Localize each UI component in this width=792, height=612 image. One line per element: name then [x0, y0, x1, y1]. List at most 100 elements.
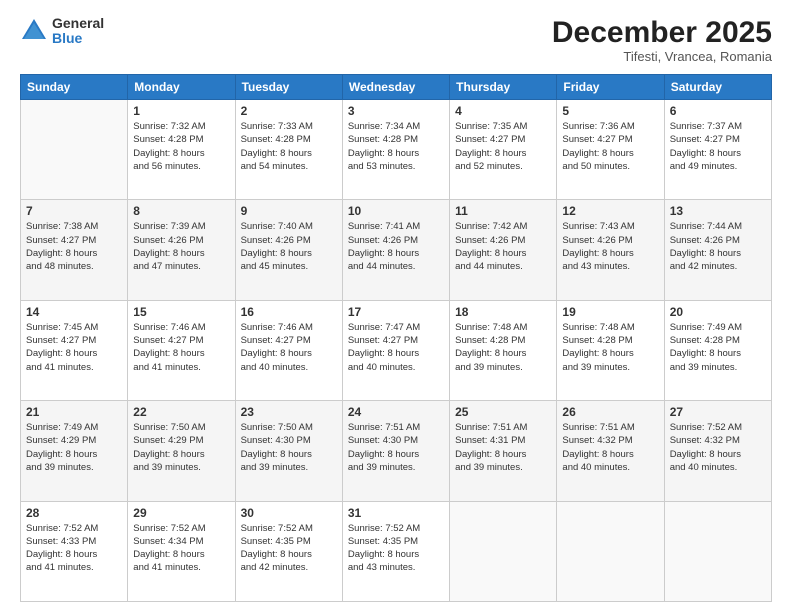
day-number: 25 [455, 405, 551, 419]
calendar-week-row: 21Sunrise: 7:49 AMSunset: 4:29 PMDayligh… [21, 401, 772, 501]
calendar-cell: 21Sunrise: 7:49 AMSunset: 4:29 PMDayligh… [21, 401, 128, 501]
calendar-cell [450, 501, 557, 601]
calendar-cell: 4 Sunrise: 7:35 AMSunset: 4:27 PMDaylight… [450, 100, 557, 200]
weekday-header-saturday: Saturday [664, 75, 771, 100]
day-info: Sunrise: 7:43 AMSunset: 4:26 PMDaylight:… [562, 220, 658, 273]
calendar-cell: 27 Sunrise: 7:52 AMSunset: 4:32 PMDayligh… [664, 401, 771, 501]
day-number: 5 [562, 104, 658, 118]
day-number: 27 [670, 405, 766, 419]
logo-icon [20, 17, 48, 45]
day-number: 7 [26, 204, 122, 218]
calendar-cell: 30 Sunrise: 7:52 AMSunset: 4:35 PMDayligh… [235, 501, 342, 601]
day-info: Sunrise: 7:50 AMSunset: 4:29 PMDaylight:… [133, 421, 229, 474]
day-info: Sunrise: 7:41 AMSunset: 4:26 PMDaylight:… [348, 220, 444, 273]
day-info: Sunrise: 7:48 AMSunset: 4:28 PMDaylight:… [455, 321, 551, 374]
day-info: Sunrise: 7:52 AMSunset: 4:33 PMDaylight:… [26, 522, 122, 575]
page: General Blue December 2025 Tifesti, Vran… [0, 0, 792, 612]
day-number: 16 [241, 305, 337, 319]
weekday-header-sunday: Sunday [21, 75, 128, 100]
day-number: 4 [455, 104, 551, 118]
day-number: 8 [133, 204, 229, 218]
day-info: Sunrise: 7:44 AMSunset: 4:26 PMDaylight:… [670, 220, 766, 273]
logo: General Blue [20, 16, 104, 47]
day-number: 23 [241, 405, 337, 419]
calendar-cell: 15 Sunrise: 7:46 AMSunset: 4:27 PMDayligh… [128, 300, 235, 400]
day-number: 10 [348, 204, 444, 218]
day-number: 2 [241, 104, 337, 118]
calendar-cell: 8Sunrise: 7:39 AMSunset: 4:26 PMDaylight… [128, 200, 235, 300]
day-number: 15 [133, 305, 229, 319]
day-info: Sunrise: 7:40 AMSunset: 4:26 PMDaylight:… [241, 220, 337, 273]
calendar-cell: 25Sunrise: 7:51 AMSunset: 4:31 PMDayligh… [450, 401, 557, 501]
day-number: 30 [241, 506, 337, 520]
day-number: 19 [562, 305, 658, 319]
day-info: Sunrise: 7:51 AMSunset: 4:30 PMDaylight:… [348, 421, 444, 474]
calendar-cell: 1 Sunrise: 7:32 AMSunset: 4:28 PMDaylight… [128, 100, 235, 200]
calendar-cell: 19 Sunrise: 7:48 AMSunset: 4:28 PMDayligh… [557, 300, 664, 400]
calendar-week-row: 7 Sunrise: 7:38 AMSunset: 4:27 PMDaylight… [21, 200, 772, 300]
day-info: Sunrise: 7:35 AMSunset: 4:27 PMDaylight:… [455, 120, 551, 173]
day-info: Sunrise: 7:46 AMSunset: 4:27 PMDaylight:… [133, 321, 229, 374]
calendar-cell: 6Sunrise: 7:37 AMSunset: 4:27 PMDaylight… [664, 100, 771, 200]
day-info: Sunrise: 7:52 AMSunset: 4:34 PMDaylight:… [133, 522, 229, 575]
day-number: 6 [670, 104, 766, 118]
day-number: 26 [562, 405, 658, 419]
calendar-cell: 9 Sunrise: 7:40 AMSunset: 4:26 PMDaylight… [235, 200, 342, 300]
weekday-header-monday: Monday [128, 75, 235, 100]
day-number: 24 [348, 405, 444, 419]
day-info: Sunrise: 7:33 AMSunset: 4:28 PMDaylight:… [241, 120, 337, 173]
day-info: Sunrise: 7:48 AMSunset: 4:28 PMDaylight:… [562, 321, 658, 374]
day-info: Sunrise: 7:34 AMSunset: 4:28 PMDaylight:… [348, 120, 444, 173]
day-number: 1 [133, 104, 229, 118]
weekday-header-wednesday: Wednesday [342, 75, 449, 100]
logo-blue: Blue [52, 31, 104, 46]
calendar-cell: 11 Sunrise: 7:42 AMSunset: 4:26 PMDayligh… [450, 200, 557, 300]
location-subtitle: Tifesti, Vrancea, Romania [552, 49, 772, 64]
day-number: 18 [455, 305, 551, 319]
day-info: Sunrise: 7:49 AMSunset: 4:28 PMDaylight:… [670, 321, 766, 374]
logo-text: General Blue [52, 16, 104, 47]
calendar-cell: 2 Sunrise: 7:33 AMSunset: 4:28 PMDaylight… [235, 100, 342, 200]
calendar-cell: 13 Sunrise: 7:44 AMSunset: 4:26 PMDayligh… [664, 200, 771, 300]
day-info: Sunrise: 7:52 AMSunset: 4:35 PMDaylight:… [348, 522, 444, 575]
day-number: 9 [241, 204, 337, 218]
calendar-cell: 28 Sunrise: 7:52 AMSunset: 4:33 PMDayligh… [21, 501, 128, 601]
calendar-week-row: 14Sunrise: 7:45 AMSunset: 4:27 PMDayligh… [21, 300, 772, 400]
day-info: Sunrise: 7:36 AMSunset: 4:27 PMDaylight:… [562, 120, 658, 173]
day-info: Sunrise: 7:51 AMSunset: 4:32 PMDaylight:… [562, 421, 658, 474]
calendar-cell: 3 Sunrise: 7:34 AMSunset: 4:28 PMDaylight… [342, 100, 449, 200]
day-info: Sunrise: 7:32 AMSunset: 4:28 PMDaylight:… [133, 120, 229, 173]
day-number: 3 [348, 104, 444, 118]
day-info: Sunrise: 7:52 AMSunset: 4:32 PMDaylight:… [670, 421, 766, 474]
day-number: 12 [562, 204, 658, 218]
weekday-header-tuesday: Tuesday [235, 75, 342, 100]
day-number: 28 [26, 506, 122, 520]
calendar-cell [21, 100, 128, 200]
calendar-cell: 10 Sunrise: 7:41 AMSunset: 4:26 PMDayligh… [342, 200, 449, 300]
day-number: 14 [26, 305, 122, 319]
calendar-table: SundayMondayTuesdayWednesdayThursdayFrid… [20, 74, 772, 602]
weekday-header-thursday: Thursday [450, 75, 557, 100]
calendar-week-row: 1 Sunrise: 7:32 AMSunset: 4:28 PMDaylight… [21, 100, 772, 200]
calendar-cell: 20Sunrise: 7:49 AMSunset: 4:28 PMDayligh… [664, 300, 771, 400]
calendar-cell: 18 Sunrise: 7:48 AMSunset: 4:28 PMDayligh… [450, 300, 557, 400]
day-info: Sunrise: 7:52 AMSunset: 4:35 PMDaylight:… [241, 522, 337, 575]
title-block: December 2025 Tifesti, Vrancea, Romania [552, 16, 772, 64]
calendar-week-row: 28 Sunrise: 7:52 AMSunset: 4:33 PMDayligh… [21, 501, 772, 601]
calendar-cell: 7 Sunrise: 7:38 AMSunset: 4:27 PMDaylight… [21, 200, 128, 300]
day-number: 13 [670, 204, 766, 218]
calendar-cell: 17Sunrise: 7:47 AMSunset: 4:27 PMDayligh… [342, 300, 449, 400]
calendar-cell: 5 Sunrise: 7:36 AMSunset: 4:27 PMDaylight… [557, 100, 664, 200]
day-number: 11 [455, 204, 551, 218]
day-info: Sunrise: 7:42 AMSunset: 4:26 PMDaylight:… [455, 220, 551, 273]
header: General Blue December 2025 Tifesti, Vran… [20, 16, 772, 64]
calendar-cell: 23Sunrise: 7:50 AMSunset: 4:30 PMDayligh… [235, 401, 342, 501]
day-number: 29 [133, 506, 229, 520]
weekday-header-friday: Friday [557, 75, 664, 100]
day-number: 21 [26, 405, 122, 419]
day-info: Sunrise: 7:38 AMSunset: 4:27 PMDaylight:… [26, 220, 122, 273]
calendar-cell [664, 501, 771, 601]
logo-general: General [52, 16, 104, 31]
calendar-cell: 26 Sunrise: 7:51 AMSunset: 4:32 PMDayligh… [557, 401, 664, 501]
calendar-cell: 14Sunrise: 7:45 AMSunset: 4:27 PMDayligh… [21, 300, 128, 400]
